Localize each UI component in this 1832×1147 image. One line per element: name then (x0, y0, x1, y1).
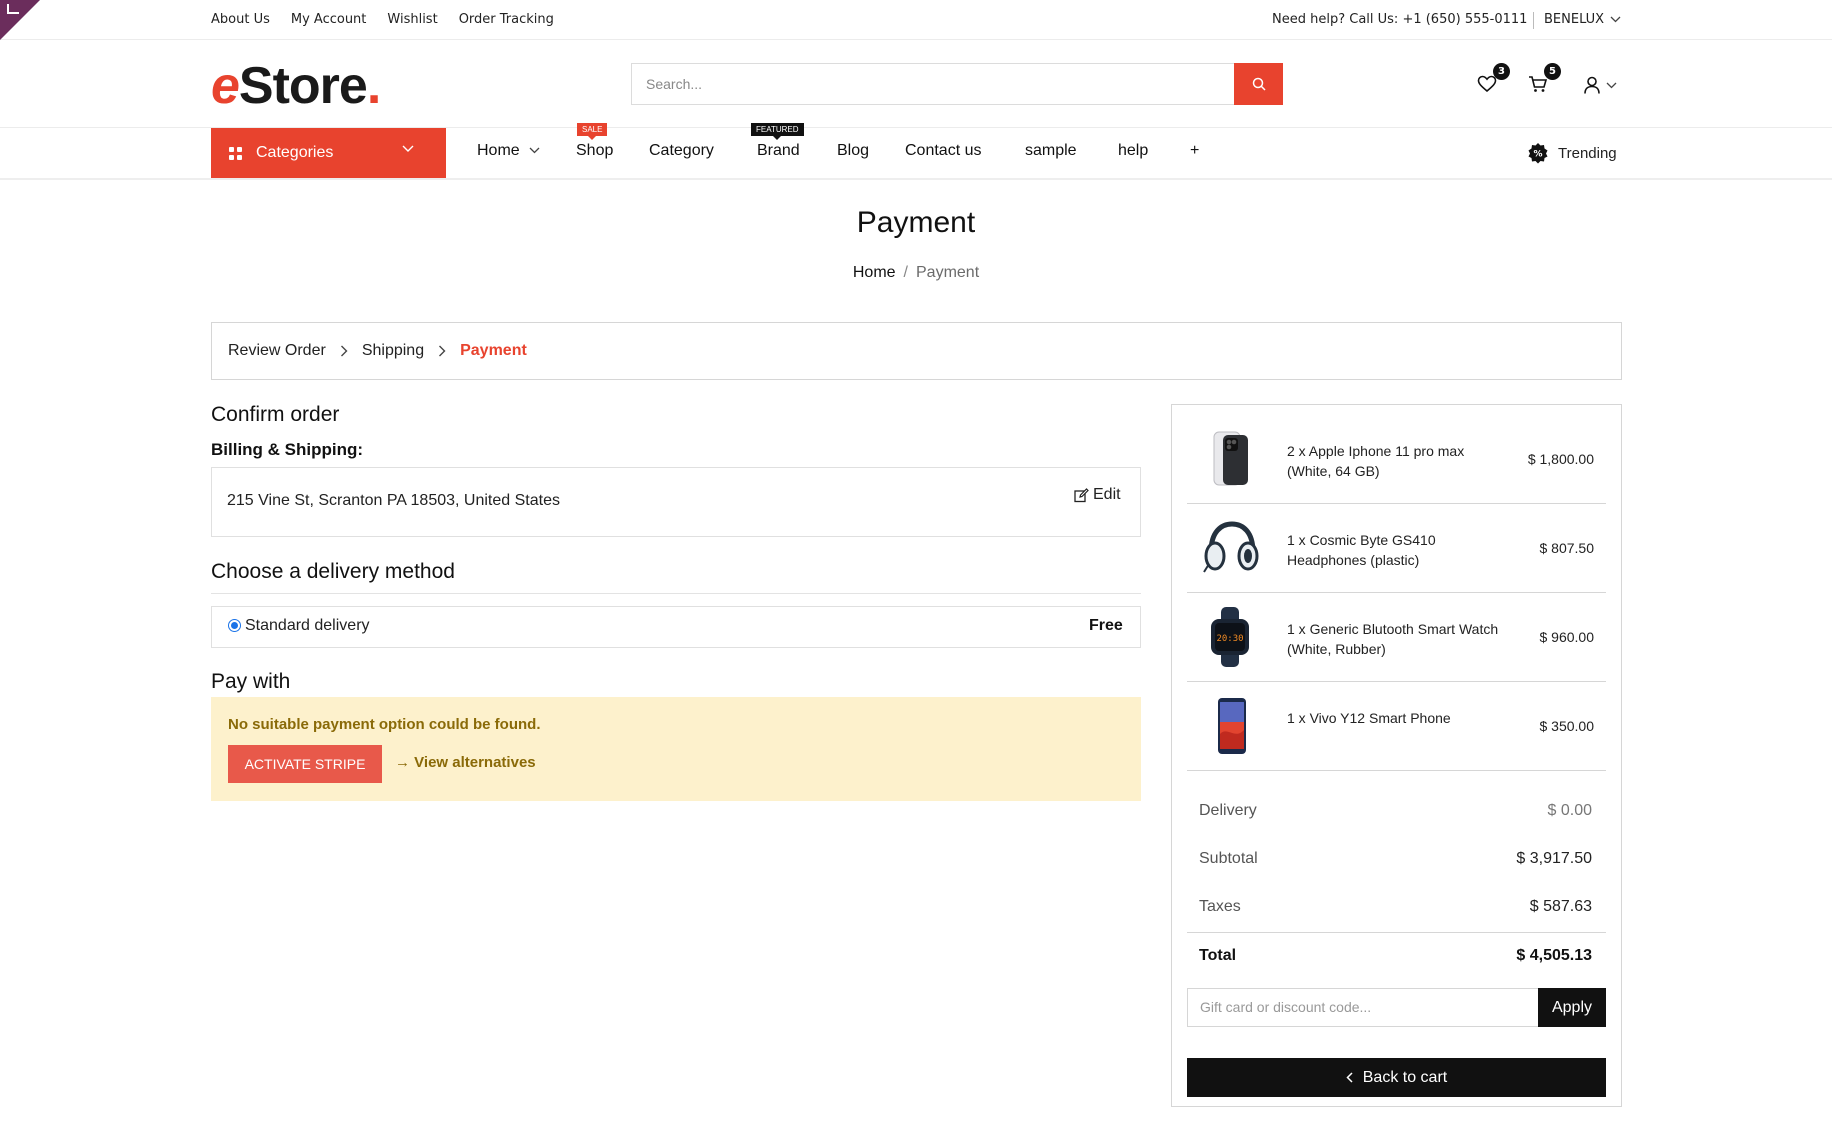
nav-blog[interactable]: Blog (837, 142, 869, 160)
corner-mark-icon (7, 4, 19, 14)
subtotal-value: $ 3,917.50 (1516, 850, 1592, 867)
item-price: $ 960.00 (1539, 629, 1595, 645)
breadcrumb-separator: / (903, 264, 908, 281)
top-link-order-tracking[interactable]: Order Tracking (459, 12, 554, 27)
item-name: 1 x Cosmic Byte GS410 Headphones (plasti… (1287, 532, 1436, 568)
taxes-label: Taxes (1199, 898, 1241, 915)
chevron-left-icon (1346, 1072, 1353, 1083)
chevron-down-icon (402, 145, 414, 152)
billing-shipping-heading: Billing & Shipping: (211, 440, 364, 459)
edit-address-button[interactable]: Edit (1074, 486, 1121, 504)
sale-tag: SALE (577, 123, 608, 140)
delivery-cost-label: Delivery (1199, 802, 1257, 819)
nav-divider (0, 178, 1832, 180)
heart-icon (1477, 75, 1497, 93)
categories-button[interactable]: Categories (211, 128, 446, 178)
chevron-right-icon (340, 345, 348, 357)
phone-image (1213, 431, 1248, 486)
apply-button[interactable]: Apply (1538, 988, 1606, 1027)
item-price: $ 1,800.00 (1527, 451, 1594, 467)
corner-ribbon[interactable] (0, 0, 40, 40)
breadcrumb: Home / Payment (0, 264, 1832, 282)
item-name: 2 x Apple Iphone 11 pro max (White, 64 G… (1287, 443, 1465, 479)
chevron-down-icon (1610, 16, 1621, 23)
nav-brand[interactable]: Brand (757, 142, 800, 160)
shipping-address: 215 Vine St, Scranton PA 18503, United S… (227, 492, 560, 509)
svg-text:%: % (1533, 150, 1542, 160)
order-item: 20:30 1 x Generic Blutooth Smart Watch (… (1187, 593, 1606, 682)
order-item: 1 x Vivo Y12 Smart Phone $ 350.00 (1187, 682, 1606, 771)
breadcrumb-current: Payment (916, 264, 980, 281)
delivery-divider (211, 593, 1141, 594)
nav-shop[interactable]: Shop (576, 142, 613, 160)
phone-image (1218, 698, 1246, 754)
step-review-order[interactable]: Review Order (228, 342, 326, 360)
top-link-about[interactable]: About Us (211, 12, 270, 27)
delivery-method-heading: Choose a delivery method (211, 560, 455, 583)
view-alternatives-link[interactable]: → View alternatives (395, 754, 536, 771)
chevron-down-icon (1606, 82, 1616, 88)
nav-help[interactable]: help (1118, 142, 1148, 160)
item-name: 1 x Generic Blutooth Smart Watch (White,… (1287, 621, 1499, 657)
item-price: $ 807.50 (1539, 540, 1595, 556)
step-shipping[interactable]: Shipping (362, 342, 424, 360)
delivery-cost-value: $ 0.00 (1547, 802, 1592, 819)
back-to-cart-button[interactable]: Back to cart (1187, 1058, 1606, 1097)
user-icon (1583, 76, 1600, 94)
top-link-account[interactable]: My Account (291, 12, 367, 27)
payment-warning-text: No suitable payment option could be foun… (228, 716, 541, 733)
delivery-price: Free (1089, 617, 1123, 634)
subtotal-label: Subtotal (1199, 850, 1258, 867)
smartwatch-image: 20:30 (1211, 607, 1249, 667)
discount-badge-icon: % (1528, 143, 1548, 164)
nav-home[interactable]: Home (477, 142, 540, 160)
account-button[interactable] (1578, 71, 1622, 99)
breadcrumb-home[interactable]: Home (853, 264, 896, 281)
total-divider (1187, 932, 1606, 933)
top-link-wishlist[interactable]: Wishlist (387, 12, 437, 27)
nav-category[interactable]: Category (649, 142, 714, 160)
nav-more[interactable]: + (1190, 142, 1199, 160)
total-value: $ 4,505.13 (1516, 947, 1592, 964)
top-links: About Us My Account Wishlist Order Track… (211, 12, 554, 27)
activate-stripe-button[interactable]: ACTIVATE STRIPE (228, 745, 382, 783)
pay-with-heading: Pay with (211, 670, 291, 693)
order-item: 2 x Apple Iphone 11 pro max (White, 64 G… (1187, 415, 1606, 504)
confirm-order-heading: Confirm order (211, 403, 340, 426)
search-icon (1252, 77, 1266, 91)
trending-link[interactable]: % Trending (1527, 142, 1617, 164)
page-title: Payment (856, 206, 976, 239)
nav-sample[interactable]: sample (1025, 142, 1077, 160)
search-button[interactable] (1234, 63, 1283, 105)
grid-icon (229, 146, 242, 160)
cart-icon (1529, 76, 1548, 92)
delivery-method-label: Standard delivery (245, 617, 370, 634)
chevron-down-icon (529, 147, 540, 154)
order-item: 1 x Cosmic Byte GS410 Headphones (plasti… (1187, 504, 1606, 593)
discount-code-input[interactable]: Gift card or discount code... (1187, 988, 1538, 1027)
categories-label: Categories (256, 144, 334, 161)
search-input[interactable]: Search... (631, 63, 1283, 105)
cart-count-badge: 5 (1544, 63, 1561, 80)
headphones-image (1203, 521, 1259, 573)
total-label: Total (1199, 947, 1237, 964)
standard-delivery-radio[interactable] (228, 619, 241, 632)
language-selector[interactable]: BENELUX (1544, 12, 1621, 27)
wishlist-count-badge: 3 (1493, 63, 1510, 80)
chevron-right-icon (438, 345, 446, 357)
featured-tag: FEATURED (751, 123, 804, 140)
help-phone: Need help? Call Us: +1 (650) 555-0111 (1272, 12, 1528, 27)
store-logo[interactable]: eStore. (211, 56, 381, 116)
item-name: 1 x Vivo Y12 Smart Phone (1287, 710, 1451, 726)
checkout-steps: Review Order Shipping Payment (211, 322, 1622, 380)
nav-contact[interactable]: Contact us (905, 142, 981, 160)
language-label: BENELUX (1544, 12, 1605, 27)
edit-icon (1074, 487, 1089, 502)
item-price: $ 350.00 (1539, 718, 1595, 734)
watch-time-label: 20:30 (1216, 634, 1243, 644)
language-divider (1533, 12, 1534, 29)
step-payment[interactable]: Payment (460, 342, 527, 360)
taxes-value: $ 587.63 (1529, 898, 1592, 915)
